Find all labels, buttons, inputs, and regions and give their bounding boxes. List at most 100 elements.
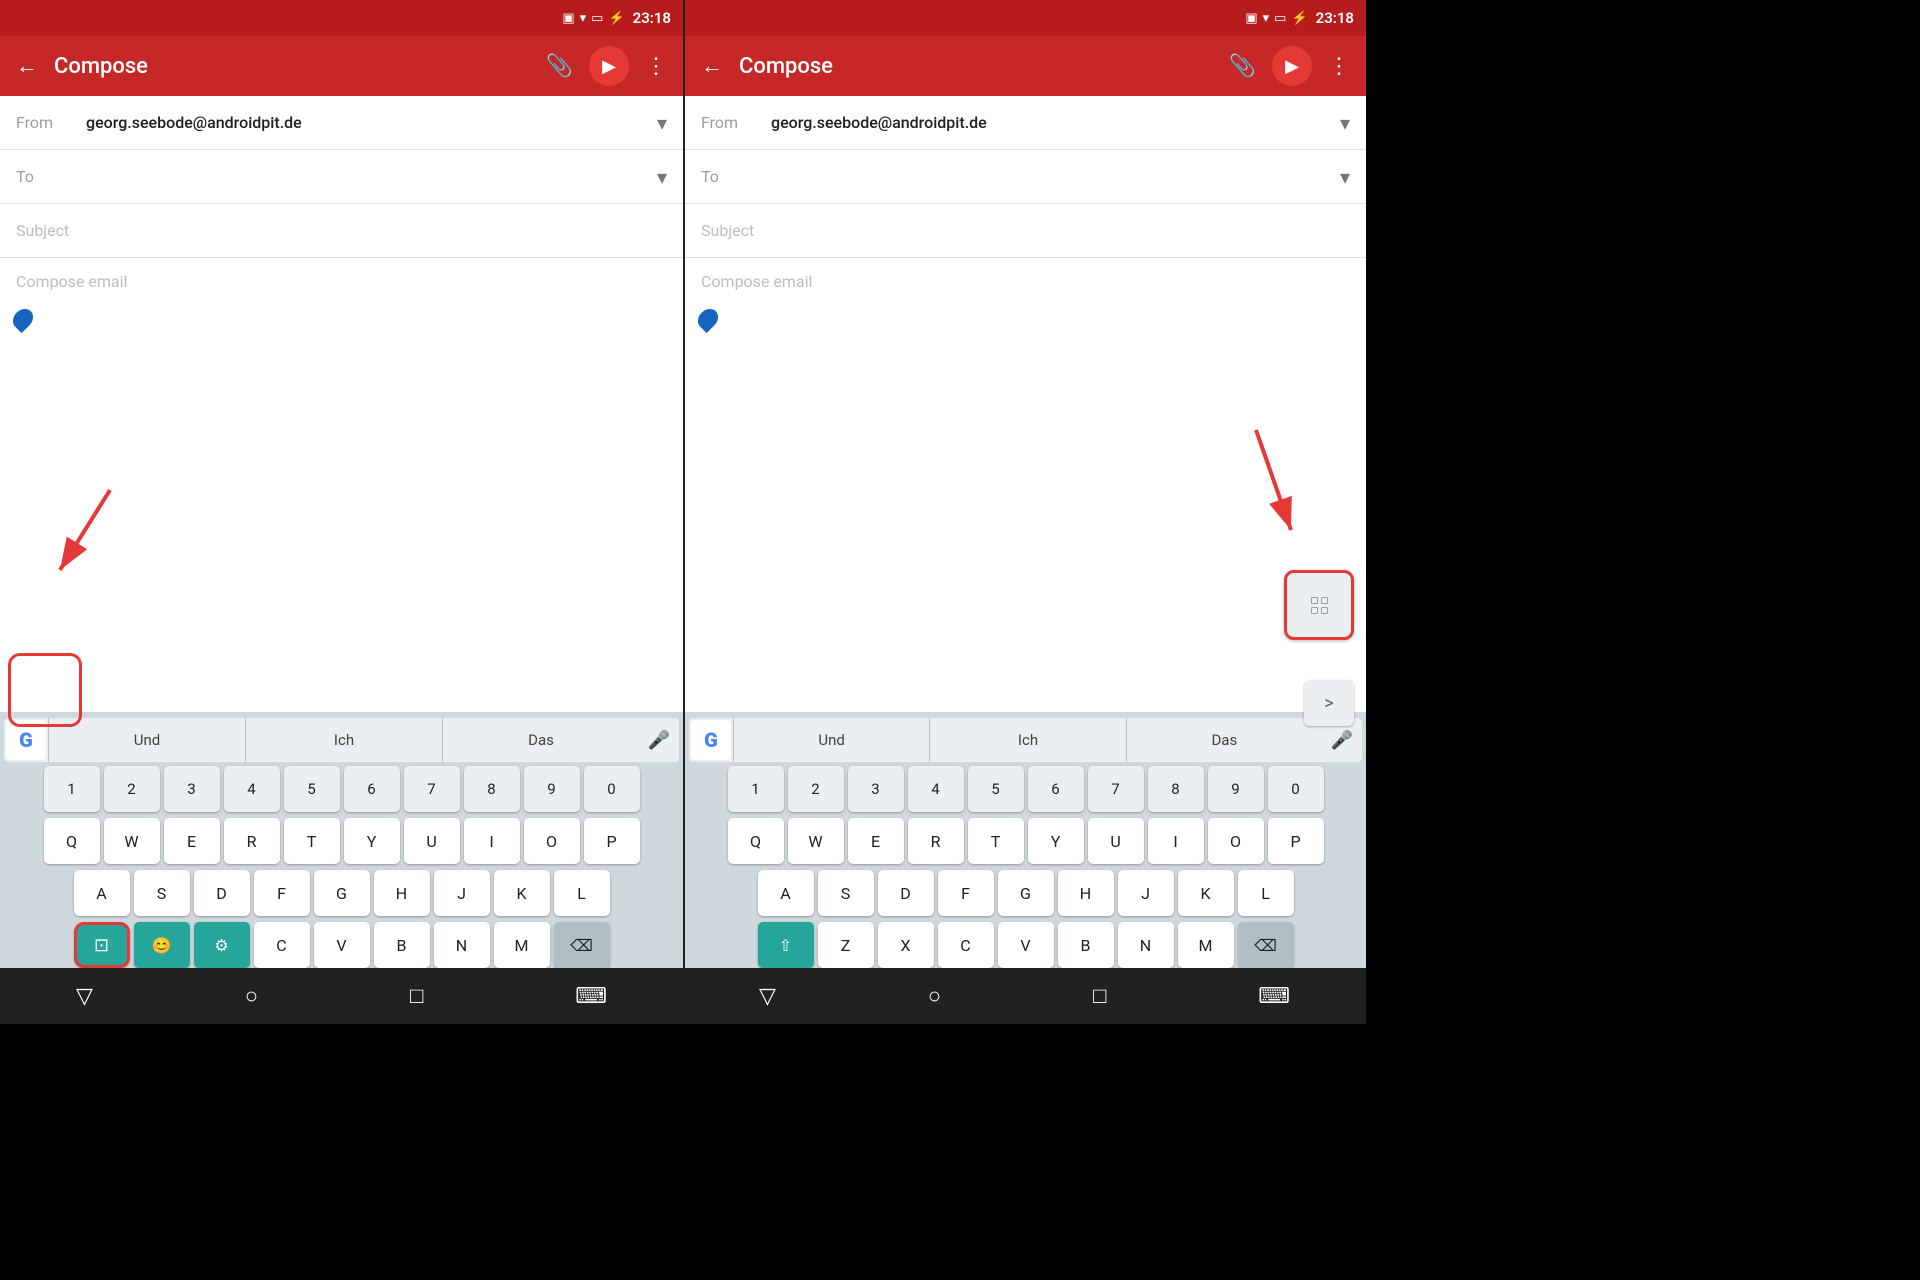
settings-key-left[interactable]: ⚙ — [194, 922, 250, 968]
key-e-left[interactable]: E — [164, 818, 220, 864]
key-w-right[interactable]: W — [788, 818, 844, 864]
key-l-left[interactable]: L — [554, 870, 610, 916]
key-d-right[interactable]: D — [878, 870, 934, 916]
key-m-left[interactable]: M — [494, 922, 550, 968]
send-button-left[interactable]: ▶ — [589, 46, 629, 86]
key-9-left[interactable]: 9 — [524, 766, 580, 812]
to-row-right[interactable]: To ▾ — [685, 150, 1366, 204]
key-y-right[interactable]: Y — [1028, 818, 1084, 864]
key-0-right[interactable]: 0 — [1268, 766, 1324, 812]
subject-input-left[interactable]: Subject — [16, 221, 667, 240]
send-button-right[interactable]: ▶ — [1272, 46, 1312, 86]
key-9-right[interactable]: 9 — [1208, 766, 1264, 812]
key-t-left[interactable]: T — [284, 818, 340, 864]
suggestion-das-left[interactable]: Das — [442, 718, 639, 762]
key-3-right[interactable]: 3 — [848, 766, 904, 812]
key-y-left[interactable]: Y — [344, 818, 400, 864]
key-k-right[interactable]: K — [1178, 870, 1234, 916]
key-q-right[interactable]: Q — [728, 818, 784, 864]
key-2-right[interactable]: 2 — [788, 766, 844, 812]
suggestion-das-right[interactable]: Das — [1126, 718, 1322, 762]
key-r-left[interactable]: R — [224, 818, 280, 864]
key-0-left[interactable]: 0 — [584, 766, 640, 812]
clipboard-key-left[interactable]: ⊡ — [74, 922, 130, 968]
backspace-key-right[interactable]: ⌫ — [1238, 922, 1294, 968]
key-s-left[interactable]: S — [134, 870, 190, 916]
nav-keyboard-left[interactable]: ⌨ — [575, 984, 607, 1009]
key-r-right[interactable]: R — [908, 818, 964, 864]
key-6-right[interactable]: 6 — [1028, 766, 1084, 812]
key-g-left[interactable]: G — [314, 870, 370, 916]
key-d-left[interactable]: D — [194, 870, 250, 916]
key-1-left[interactable]: 1 — [44, 766, 100, 812]
attach-icon-left[interactable]: 📎 — [546, 54, 573, 79]
compose-body-left[interactable]: Compose email — [0, 258, 683, 712]
key-i-left[interactable]: I — [464, 818, 520, 864]
key-2-left[interactable]: 2 — [104, 766, 160, 812]
key-k-left[interactable]: K — [494, 870, 550, 916]
backspace-key-left[interactable]: ⌫ — [554, 922, 610, 968]
key-c-left[interactable]: C — [254, 922, 310, 968]
emoji-key-left[interactable]: 😊 — [134, 922, 190, 968]
from-value-left[interactable]: georg.seebode@androidpit.de — [86, 113, 657, 132]
key-g-right[interactable]: G — [998, 870, 1054, 916]
to-dropdown-left[interactable]: ▾ — [657, 165, 667, 189]
key-a-left[interactable]: A — [74, 870, 130, 916]
key-m-right[interactable]: M — [1178, 922, 1234, 968]
key-x-right[interactable]: X — [878, 922, 934, 968]
key-v-right[interactable]: V — [998, 922, 1054, 968]
nav-home-left[interactable]: ○ — [245, 983, 258, 1009]
key-4-left[interactable]: 4 — [224, 766, 280, 812]
key-u-left[interactable]: U — [404, 818, 460, 864]
next-key-right[interactable]: > — [1304, 680, 1354, 726]
key-s-right[interactable]: S — [818, 870, 874, 916]
suggestion-ich-right[interactable]: Ich — [929, 718, 1125, 762]
key-t-right[interactable]: T — [968, 818, 1024, 864]
compose-body-right[interactable]: Compose email — [685, 258, 1366, 712]
key-q-left[interactable]: Q — [44, 818, 100, 864]
key-h-right[interactable]: H — [1058, 870, 1114, 916]
subject-row-right[interactable]: Subject — [685, 204, 1366, 258]
mic-icon-right[interactable]: 🎤 — [1322, 730, 1362, 751]
nav-home-right[interactable]: ○ — [928, 983, 941, 1009]
key-l-right[interactable]: L — [1238, 870, 1294, 916]
key-7-left[interactable]: 7 — [404, 766, 460, 812]
more-icon-right[interactable]: ⋮ — [1328, 54, 1350, 79]
key-n-right[interactable]: N — [1118, 922, 1174, 968]
from-dropdown-right[interactable]: ▾ — [1340, 111, 1350, 135]
key-e-right[interactable]: E — [848, 818, 904, 864]
shift-key-right[interactable]: ⇧ — [758, 922, 814, 968]
to-dropdown-right[interactable]: ▾ — [1340, 165, 1350, 189]
nav-recents-right[interactable]: □ — [1093, 983, 1106, 1009]
subject-row-left[interactable]: Subject — [0, 204, 683, 258]
key-p-left[interactable]: P — [584, 818, 640, 864]
key-v-left[interactable]: V — [314, 922, 370, 968]
key-z-right[interactable]: Z — [818, 922, 874, 968]
key-5-right[interactable]: 5 — [968, 766, 1024, 812]
key-o-left[interactable]: O — [524, 818, 580, 864]
key-b-left[interactable]: B — [374, 922, 430, 968]
nav-recents-left[interactable]: □ — [410, 983, 423, 1009]
more-icon-left[interactable]: ⋮ — [645, 54, 667, 79]
body-placeholder-left[interactable]: Compose email — [16, 272, 127, 291]
key-4-right[interactable]: 4 — [908, 766, 964, 812]
nav-keyboard-right[interactable]: ⌨ — [1258, 984, 1290, 1009]
key-f-left[interactable]: F — [254, 870, 310, 916]
key-c-right[interactable]: C — [938, 922, 994, 968]
key-u-right[interactable]: U — [1088, 818, 1144, 864]
suggestion-und-right[interactable]: Und — [733, 718, 929, 762]
key-j-left[interactable]: J — [434, 870, 490, 916]
key-h-left[interactable]: H — [374, 870, 430, 916]
to-row-left[interactable]: To ▾ — [0, 150, 683, 204]
body-placeholder-right[interactable]: Compose email — [701, 272, 812, 291]
key-8-left[interactable]: 8 — [464, 766, 520, 812]
back-button-right[interactable]: ← — [701, 53, 723, 79]
key-7-right[interactable]: 7 — [1088, 766, 1144, 812]
expand-key-right[interactable] — [1284, 570, 1354, 640]
key-o-right[interactable]: O — [1208, 818, 1264, 864]
key-i-right[interactable]: I — [1148, 818, 1204, 864]
key-3-left[interactable]: 3 — [164, 766, 220, 812]
key-p-right[interactable]: P — [1268, 818, 1324, 864]
key-n-left[interactable]: N — [434, 922, 490, 968]
from-dropdown-left[interactable]: ▾ — [657, 111, 667, 135]
